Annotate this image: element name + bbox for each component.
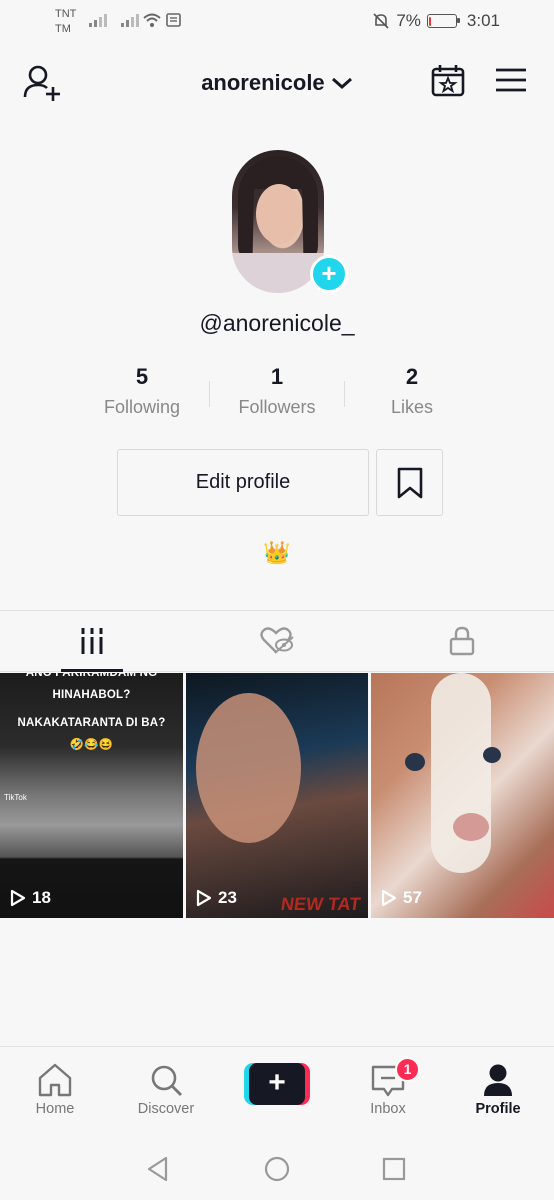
- signal-icon: [121, 14, 139, 27]
- edit-profile-button[interactable]: Edit profile: [117, 449, 369, 516]
- signal-icon: [89, 14, 107, 27]
- status-bar: TNT TM 7% 3:01: [0, 0, 554, 44]
- play-icon: [196, 889, 212, 907]
- notification-badge: 1: [395, 1057, 420, 1082]
- stat-label: Following: [103, 397, 181, 417]
- view-count: 57: [381, 888, 422, 908]
- video-thumbnail[interactable]: NEW TAT 23: [186, 673, 368, 918]
- nav-profile[interactable]: Profile: [453, 1047, 543, 1137]
- view-count-value: 57: [403, 888, 422, 907]
- nav-label: Discover: [137, 1101, 195, 1117]
- search-icon: [151, 1065, 182, 1096]
- person-icon: [484, 1064, 512, 1096]
- account-name: anorenicole: [201, 70, 325, 96]
- video-caption: ANO PAKIRAMDAM NG HINAHABOL? NAKAKATARAN…: [17, 673, 166, 751]
- tab-videos[interactable]: [0, 611, 185, 672]
- wifi-icon: [143, 13, 161, 27]
- back-icon[interactable]: [146, 1156, 170, 1182]
- profile-stats: 5 Following 1 Followers 2 Likes: [75, 363, 479, 423]
- view-count-value: 18: [32, 888, 51, 907]
- battery-percent: 7%: [396, 11, 421, 30]
- grid-icon: [81, 628, 103, 654]
- play-icon: [381, 889, 397, 907]
- home-icon: [38, 1063, 72, 1097]
- tiktok-watermark: TikTok: [4, 793, 27, 802]
- nav-label: Home: [35, 1101, 75, 1117]
- stat-value: 2: [405, 364, 419, 389]
- bookmark-icon: [397, 467, 422, 498]
- system-nav-bar: [0, 1136, 554, 1200]
- carrier-label: TNT TM: [55, 8, 77, 35]
- create-plus-icon: +: [249, 1063, 305, 1105]
- hamburger-icon[interactable]: [495, 67, 527, 93]
- view-count: 18: [10, 888, 51, 908]
- battery-icon: [426, 14, 460, 28]
- nav-discover[interactable]: Discover: [121, 1047, 211, 1137]
- clock: 3:01: [466, 11, 500, 30]
- calendar-star-icon[interactable]: [430, 64, 466, 98]
- view-count-value: 23: [218, 888, 237, 907]
- battery-fill: [429, 16, 432, 26]
- profile-header: anorenicole: [0, 55, 554, 109]
- nav-label: Inbox: [370, 1101, 406, 1117]
- stat-following[interactable]: 5 Following: [75, 363, 209, 423]
- stat-likes[interactable]: 2 Likes: [345, 363, 479, 423]
- liked-hidden-icon: [260, 627, 294, 654]
- nav-home[interactable]: Home: [10, 1047, 100, 1137]
- video-thumbnail[interactable]: 57: [371, 673, 554, 918]
- stat-followers[interactable]: 1 Followers: [210, 363, 344, 423]
- account-switcher[interactable]: anorenicole: [0, 69, 554, 96]
- stat-value: 1: [270, 364, 284, 389]
- stat-label: Followers: [238, 397, 316, 417]
- lock-icon: [449, 626, 474, 656]
- profile-bio: 👑: [263, 540, 291, 565]
- nav-inbox[interactable]: Inbox: [343, 1047, 433, 1137]
- add-avatar-plus-icon[interactable]: +: [310, 255, 348, 293]
- chevron-down-icon: [331, 78, 352, 90]
- view-count: 23: [196, 888, 237, 908]
- nav-label: Profile: [475, 1101, 521, 1117]
- recents-icon[interactable]: [382, 1157, 406, 1181]
- video-thumbnail[interactable]: ANO PAKIRAMDAM NG HINAHABOL? NAKAKATARAN…: [0, 673, 183, 918]
- tab-liked[interactable]: [185, 611, 370, 671]
- notification-icon: [166, 13, 181, 27]
- video-overlay-text: NEW TAT: [279, 894, 362, 914]
- video-grid: ANO PAKIRAMDAM NG HINAHABOL? NAKAKATARAN…: [0, 673, 554, 918]
- stat-label: Likes: [390, 397, 434, 417]
- favorites-button[interactable]: [376, 449, 443, 516]
- profile-tabs: [0, 610, 554, 672]
- play-icon: [10, 889, 26, 907]
- create-button[interactable]: +: [244, 1063, 310, 1105]
- bell-muted-icon: [373, 13, 389, 29]
- bottom-nav: Home Discover + Inbox 1 Profile: [0, 1046, 554, 1136]
- home-circle-icon[interactable]: [264, 1156, 290, 1182]
- tab-private[interactable]: [369, 611, 554, 671]
- profile-handle: @anorenicole_: [199, 310, 355, 336]
- status-right: 7% 3:01: [372, 11, 500, 31]
- stat-value: 5: [135, 364, 149, 389]
